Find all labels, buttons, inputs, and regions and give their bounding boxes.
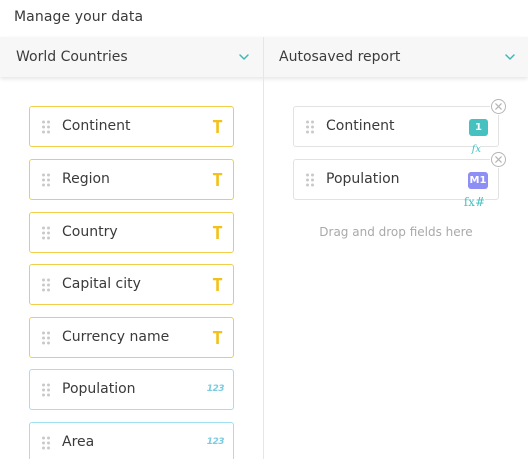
drop-zone-hint: Drag and drop fields here	[319, 225, 473, 239]
drag-handle-icon[interactable]	[41, 120, 51, 134]
field-label: Capital city	[62, 276, 141, 292]
text-type-icon: T	[212, 275, 223, 296]
text-type-icon: T	[212, 117, 223, 138]
drag-handle-icon[interactable]	[41, 226, 51, 240]
field-item-area[interactable]: Area 123	[29, 422, 234, 459]
drag-handle-icon[interactable]	[305, 120, 315, 134]
report-field-population[interactable]: Population M1 fx#	[293, 151, 507, 209]
field-label: Area	[62, 434, 95, 450]
report-label: Autosaved report	[279, 49, 401, 65]
drag-handle-icon[interactable]	[305, 173, 315, 187]
field-item-country[interactable]: Country T	[29, 212, 234, 253]
number-type-icon: 123	[206, 437, 225, 447]
field-item-population[interactable]: Population 123	[29, 369, 234, 410]
drag-handle-icon[interactable]	[41, 278, 51, 292]
chevron-down-icon	[505, 54, 515, 60]
manage-data-panel: Manage your data World Countries Autosav…	[0, 0, 528, 459]
report-field-label: Continent	[326, 118, 395, 134]
panel-title: Manage your data	[14, 9, 144, 25]
remove-field-icon[interactable]	[490, 151, 507, 168]
field-item-continent[interactable]: Continent T	[29, 106, 234, 147]
text-type-icon: T	[212, 328, 223, 349]
formula-icon[interactable]: fx	[471, 144, 481, 155]
text-type-icon: T	[212, 223, 223, 244]
field-label: Country	[62, 224, 118, 240]
field-label: Currency name	[62, 329, 170, 345]
drag-handle-icon[interactable]	[41, 436, 51, 450]
aggregation-badge[interactable]: M1	[468, 172, 488, 189]
field-item-capital-city[interactable]: Capital city T	[29, 264, 234, 305]
field-item-currency-name[interactable]: Currency name T	[29, 317, 234, 358]
header-row: World Countries Autosaved report	[0, 37, 528, 77]
report-dropdown[interactable]: Autosaved report	[264, 37, 528, 77]
field-label: Continent	[62, 118, 131, 134]
drag-handle-icon[interactable]	[41, 173, 51, 187]
remove-field-icon[interactable]	[490, 98, 507, 115]
field-label: Population	[62, 381, 136, 397]
report-field-label: Population	[326, 171, 400, 187]
drag-handle-icon[interactable]	[41, 331, 51, 345]
data-source-dropdown[interactable]: World Countries	[0, 37, 263, 77]
chevron-down-icon	[239, 54, 249, 60]
field-label: Region	[62, 171, 110, 187]
field-item-region[interactable]: Region T	[29, 159, 234, 200]
column-divider	[263, 37, 264, 459]
number-type-icon: 123	[206, 384, 225, 394]
drag-handle-icon[interactable]	[41, 383, 51, 397]
formula-number-icon[interactable]: fx#	[463, 196, 485, 209]
text-type-icon: T	[212, 170, 223, 191]
aggregation-badge[interactable]: 1	[469, 119, 488, 136]
report-field-continent[interactable]: Continent 1 fx	[293, 98, 507, 155]
data-source-label: World Countries	[16, 49, 128, 65]
